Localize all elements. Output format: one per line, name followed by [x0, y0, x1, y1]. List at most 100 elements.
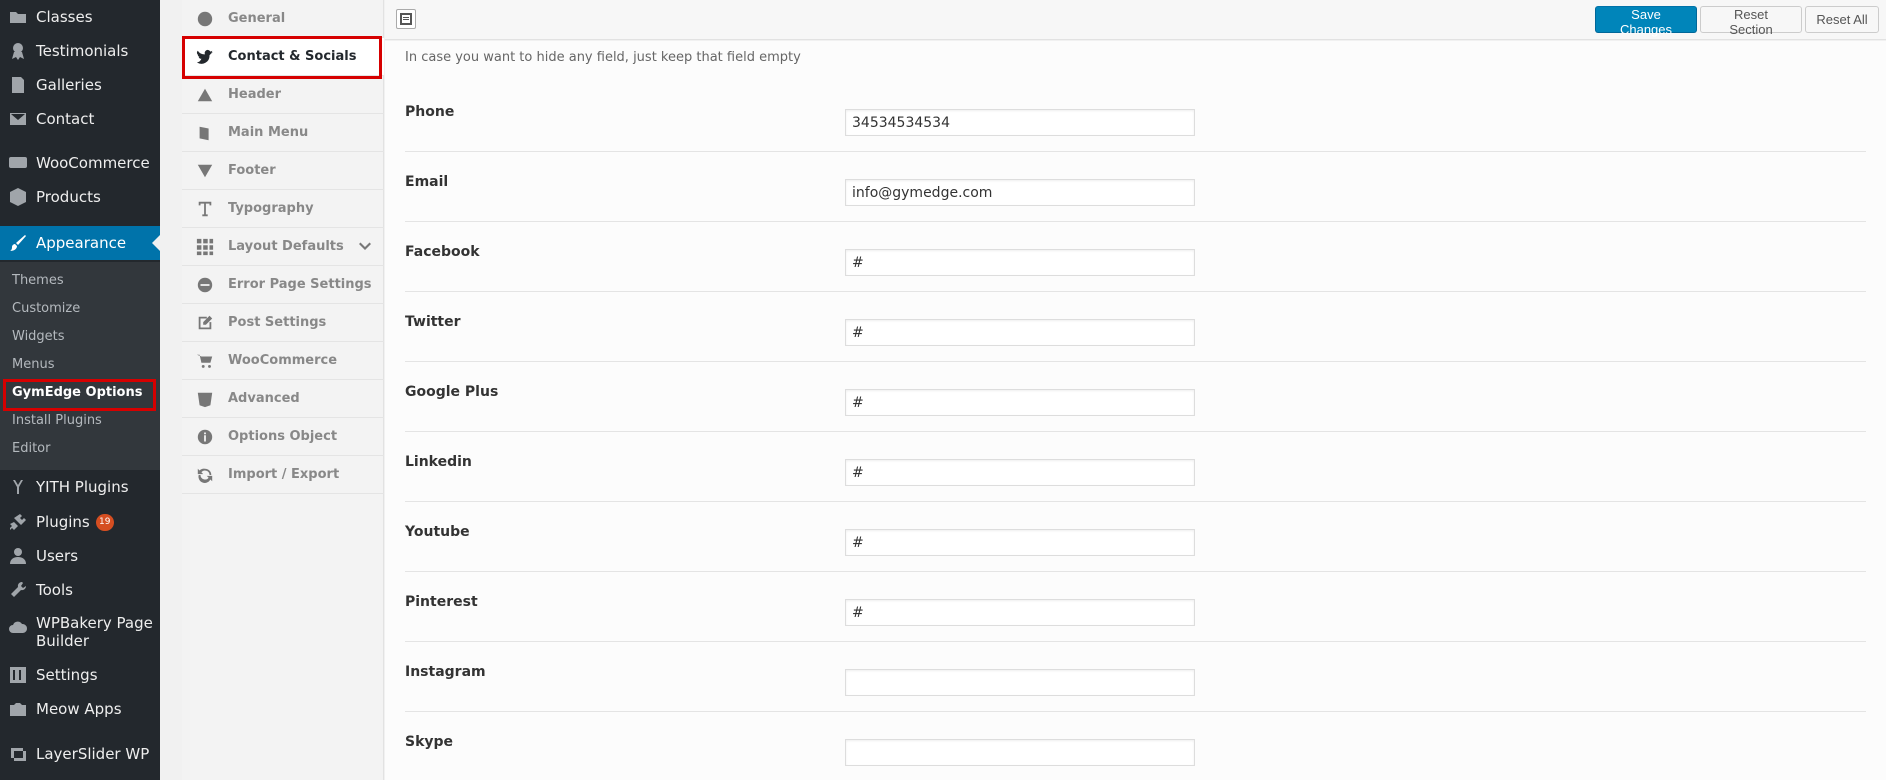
layers-icon	[0, 744, 36, 764]
expand-options-icon[interactable]	[396, 9, 416, 29]
phone-input[interactable]	[845, 109, 1195, 136]
menu-item-tools[interactable]: Tools	[0, 573, 160, 607]
submenu-item-customize[interactable]: Customize	[12, 301, 80, 316]
nav-item-label: Contact & Socials	[228, 49, 357, 64]
chevron-down-icon[interactable]	[358, 240, 372, 254]
menu-item-label: Galleries	[36, 76, 102, 94]
menu-item-label: WooCommerce	[36, 154, 150, 172]
menu-item-label: WPBakery Page Builder	[36, 614, 153, 650]
nav-item-general[interactable]: General	[182, 0, 384, 38]
skype-input[interactable]	[845, 739, 1195, 766]
field-label: Phone	[405, 104, 455, 120]
yith-icon	[0, 477, 36, 497]
field-row-skype: Skype	[405, 712, 1866, 780]
field-row-instagram: Instagram	[405, 642, 1866, 712]
menu-item-label: Tools	[36, 581, 73, 599]
submenu-item-install-plugins[interactable]: Install Plugins	[12, 413, 102, 428]
menu-item-label: Products	[36, 188, 101, 206]
camera-icon	[0, 699, 36, 719]
field-row-facebook: Facebook	[405, 222, 1866, 292]
paintbrush-icon	[0, 233, 36, 253]
grid-icon	[182, 238, 228, 256]
save-changes-button[interactable]: Save Changes	[1595, 6, 1697, 37]
submenu-item-editor[interactable]: Editor	[12, 441, 50, 456]
field-row-pinterest: Pinterest	[405, 572, 1866, 642]
submenu-item-widgets[interactable]: Widgets	[12, 329, 65, 344]
plugins-update-badge: 19	[95, 514, 114, 531]
menu-item-products[interactable]: Products	[0, 180, 160, 214]
cloud-icon	[0, 614, 36, 638]
refresh-icon	[182, 466, 228, 484]
wrench-icon	[0, 580, 36, 600]
nav-item-options-object[interactable]: Options Object	[182, 418, 384, 456]
menu-item-contact[interactable]: Contact	[0, 102, 160, 136]
field-label: Pinterest	[405, 594, 478, 610]
menu-item-users[interactable]: Users	[0, 539, 160, 573]
field-row-email: Email	[405, 152, 1866, 222]
menu-item-label: Meow Apps	[36, 700, 122, 718]
nav-item-header[interactable]: Header	[182, 76, 384, 114]
field-label: Facebook	[405, 244, 480, 260]
youtube-input[interactable]	[845, 529, 1195, 556]
nav-item-contact-socials[interactable]: Contact & Socials	[182, 38, 384, 76]
edit-icon	[182, 314, 228, 332]
menu-item-testimonials[interactable]: Testimonials	[0, 34, 160, 68]
minus-circle-icon	[182, 276, 228, 294]
nav-item-label: Post Settings	[228, 315, 327, 330]
menu-item-galleries[interactable]: Galleries	[0, 68, 160, 102]
menu-item-meow-apps[interactable]: Meow Apps	[0, 692, 160, 726]
nav-item-error-page-settings[interactable]: Error Page Settings	[182, 266, 384, 304]
menu-item-label: Users	[36, 547, 79, 565]
submenu-item-gymedge-options[interactable]: GymEdge Options	[12, 385, 142, 400]
cube-icon	[0, 187, 36, 207]
nav-item-post-settings[interactable]: Post Settings	[182, 304, 384, 342]
folder-icon	[0, 7, 36, 27]
options-content: In case you want to hide any field, just…	[385, 41, 1886, 780]
menu-item-yith-plugins[interactable]: YITH Plugins	[0, 470, 160, 504]
menu-item-classes[interactable]: Classes	[0, 0, 160, 34]
pinterest-input[interactable]	[845, 599, 1195, 626]
admin-sidebar: Classes Testimonials Galleries Contact W…	[0, 0, 160, 780]
options-section-nav: General Contact & Socials Header Main Me…	[182, 0, 384, 780]
linkedin-input[interactable]	[845, 459, 1195, 486]
nav-item-import-export[interactable]: Import / Export	[182, 456, 384, 494]
nav-item-label: Import / Export	[228, 467, 340, 482]
cart-icon	[182, 352, 228, 370]
reset-all-button[interactable]: Reset All	[1805, 6, 1879, 33]
facebook-input[interactable]	[845, 249, 1195, 276]
nav-item-layout-defaults[interactable]: Layout Defaults	[182, 228, 384, 266]
nav-item-typography[interactable]: Typography	[182, 190, 384, 228]
field-label: Google Plus	[405, 384, 499, 400]
award-icon	[0, 41, 36, 61]
nav-item-advanced[interactable]: Advanced	[182, 380, 384, 418]
nav-item-main-menu[interactable]: Main Menu	[182, 114, 384, 152]
field-row-phone: Phone	[405, 82, 1866, 152]
menu-item-woocommerce[interactable]: WooCommerce	[0, 146, 160, 180]
section-hint: In case you want to hide any field, just…	[405, 50, 801, 65]
reset-section-button[interactable]: Reset Section	[1700, 6, 1802, 37]
nav-item-footer[interactable]: Footer	[182, 152, 384, 190]
nav-item-label: Typography	[228, 201, 314, 216]
submenu-item-menus[interactable]: Menus	[12, 357, 54, 372]
menu-item-plugins[interactable]: Plugins 19	[0, 505, 160, 539]
menu-item-appearance[interactable]: Appearance	[0, 226, 160, 260]
field-label: Linkedin	[405, 454, 472, 470]
twitter-icon	[182, 48, 228, 66]
instagram-input[interactable]	[845, 669, 1195, 696]
menu-item-wpbakery[interactable]: WPBakery Page Builder	[0, 614, 160, 658]
nav-item-label: Main Menu	[228, 125, 309, 140]
book-icon	[182, 124, 228, 142]
woo-icon	[0, 153, 36, 173]
menu-item-settings[interactable]: Settings	[0, 658, 160, 692]
menu-item-layerslider[interactable]: LayerSlider WP	[0, 737, 160, 771]
mail-icon	[0, 109, 36, 129]
twitter-input[interactable]	[845, 319, 1195, 346]
menu-item-label: LayerSlider WP	[36, 745, 150, 763]
nav-item-label: Error Page Settings	[228, 277, 372, 292]
nav-item-label: Footer	[228, 163, 276, 178]
google-plus-input[interactable]	[845, 389, 1195, 416]
menu-item-label: YITH Plugins	[36, 478, 129, 496]
submenu-item-themes[interactable]: Themes	[12, 273, 64, 288]
email-input[interactable]	[845, 179, 1195, 206]
nav-item-woocommerce[interactable]: WooCommerce	[182, 342, 384, 380]
